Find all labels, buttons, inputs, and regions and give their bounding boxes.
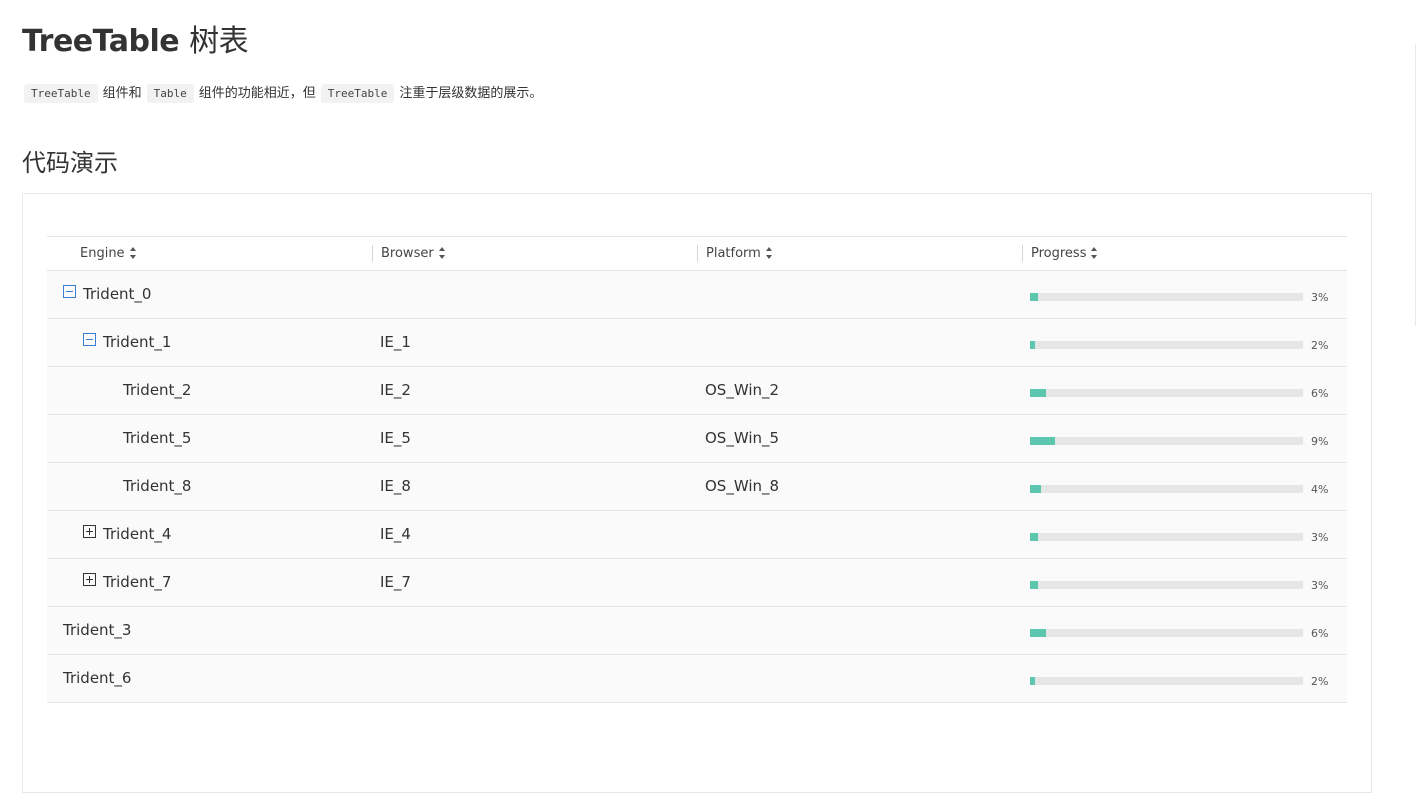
table-body: Trident_0 3% Trident_1 IE_1 2% Trident_2 IE_2 O… bbox=[47, 271, 1347, 703]
engine-label: Trident_5 bbox=[123, 429, 192, 447]
progress-bar bbox=[1030, 581, 1303, 589]
cell-engine: Trident_3 bbox=[63, 607, 131, 654]
desc-text-1: 组件和 bbox=[102, 86, 142, 101]
table-header: Engine Browser Platform Progress bbox=[47, 237, 1347, 271]
sort-icon[interactable] bbox=[1091, 246, 1098, 259]
cell-browser: IE_5 bbox=[380, 429, 411, 447]
engine-label: Trident_7 bbox=[103, 573, 172, 591]
page-title-cn: 树表 bbox=[189, 24, 249, 59]
column-divider[interactable] bbox=[372, 245, 373, 262]
collapse-icon[interactable] bbox=[83, 333, 96, 346]
cell-engine: Trident_4 bbox=[83, 511, 171, 558]
header-progress-label: Progress bbox=[1031, 246, 1087, 261]
cell-browser: IE_7 bbox=[380, 573, 411, 591]
sort-icon[interactable] bbox=[129, 246, 137, 259]
progress-label: 3% bbox=[1311, 579, 1329, 592]
cell-browser: IE_2 bbox=[380, 381, 411, 399]
code-table: Table bbox=[146, 84, 194, 103]
expand-icon[interactable] bbox=[83, 573, 96, 586]
cell-browser: IE_1 bbox=[380, 333, 411, 351]
code-treetable-2: TreeTable bbox=[320, 84, 395, 103]
table-row[interactable]: Trident_7 IE_7 3% bbox=[47, 559, 1347, 607]
engine-label: Trident_1 bbox=[103, 333, 172, 351]
header-platform[interactable]: Platform bbox=[706, 237, 773, 270]
demo-box: Engine Browser Platform Progress Trident… bbox=[22, 193, 1372, 793]
engine-label: Trident_6 bbox=[63, 669, 132, 687]
expand-icon[interactable] bbox=[83, 525, 96, 538]
progress-bar bbox=[1030, 293, 1303, 301]
progress-fill bbox=[1030, 485, 1041, 493]
page-scrollbar[interactable] bbox=[1415, 44, 1416, 326]
page-title: TreeTable 树表 bbox=[22, 22, 249, 62]
progress-fill bbox=[1030, 533, 1039, 541]
table-row[interactable]: Trident_2 IE_2 OS_Win_2 6% bbox=[47, 367, 1347, 415]
progress-label: 3% bbox=[1311, 531, 1329, 544]
header-engine[interactable]: Engine bbox=[80, 237, 137, 270]
column-divider[interactable] bbox=[697, 245, 698, 262]
progress-fill bbox=[1030, 293, 1039, 301]
progress-fill bbox=[1030, 341, 1036, 349]
progress-bar bbox=[1030, 533, 1303, 541]
progress-bar bbox=[1030, 677, 1303, 685]
progress-fill bbox=[1030, 389, 1047, 397]
tree-table: Engine Browser Platform Progress Trident… bbox=[47, 236, 1347, 703]
table-row[interactable]: Trident_1 IE_1 2% bbox=[47, 319, 1347, 367]
table-row[interactable]: Trident_8 IE_8 OS_Win_8 4% bbox=[47, 463, 1347, 511]
page-description: TreeTable 组件和 Table 组件的功能相近，但 TreeTable 注重于层级… bbox=[22, 82, 545, 106]
code-treetable: TreeTable bbox=[24, 84, 98, 103]
progress-bar bbox=[1030, 629, 1303, 637]
engine-label: Trident_3 bbox=[63, 621, 132, 639]
cell-browser: IE_8 bbox=[380, 477, 411, 495]
table-row[interactable]: Trident_4 IE_4 3% bbox=[47, 511, 1347, 559]
cell-engine: Trident_8 bbox=[123, 463, 191, 510]
engine-label: Trident_2 bbox=[123, 381, 192, 399]
engine-label: Trident_4 bbox=[103, 525, 172, 543]
desc-text-3: 注重于层级数据的展示。 bbox=[399, 86, 543, 101]
sort-icon[interactable] bbox=[765, 246, 773, 259]
cell-engine: Trident_2 bbox=[123, 367, 191, 414]
progress-fill bbox=[1030, 677, 1036, 685]
header-browser-label: Browser bbox=[381, 246, 434, 261]
header-platform-label: Platform bbox=[706, 246, 761, 261]
table-row[interactable]: Trident_6 2% bbox=[47, 655, 1347, 703]
engine-label: Trident_8 bbox=[123, 477, 192, 495]
page-title-en: TreeTable bbox=[22, 24, 180, 59]
progress-fill bbox=[1030, 581, 1039, 589]
cell-engine: Trident_7 bbox=[83, 559, 171, 606]
progress-fill bbox=[1030, 437, 1055, 445]
progress-bar bbox=[1030, 437, 1303, 445]
progress-label: 2% bbox=[1311, 675, 1329, 688]
cell-engine: Trident_0 bbox=[63, 271, 151, 318]
header-engine-label: Engine bbox=[80, 246, 125, 261]
cell-platform: OS_Win_2 bbox=[705, 381, 780, 399]
progress-label: 2% bbox=[1311, 339, 1329, 352]
column-divider[interactable] bbox=[1022, 245, 1023, 262]
table-row[interactable]: Trident_5 IE_5 OS_Win_5 9% bbox=[47, 415, 1347, 463]
table-row[interactable]: Trident_0 3% bbox=[47, 271, 1347, 319]
cell-engine: Trident_6 bbox=[63, 655, 131, 702]
table-row[interactable]: Trident_3 6% bbox=[47, 607, 1347, 655]
header-progress[interactable]: Progress bbox=[1031, 237, 1098, 270]
cell-engine: Trident_1 bbox=[83, 319, 171, 366]
progress-label: 6% bbox=[1311, 387, 1329, 400]
desc-text-2: 组件的功能相近，但 bbox=[198, 86, 316, 101]
progress-label: 9% bbox=[1311, 435, 1329, 448]
cell-engine: Trident_5 bbox=[123, 415, 191, 462]
progress-label: 3% bbox=[1311, 291, 1329, 304]
cell-browser: IE_4 bbox=[380, 525, 411, 543]
progress-fill bbox=[1030, 629, 1047, 637]
progress-label: 4% bbox=[1311, 483, 1329, 496]
engine-label: Trident_0 bbox=[83, 285, 152, 303]
progress-bar bbox=[1030, 389, 1303, 397]
sort-icon[interactable] bbox=[438, 246, 446, 259]
progress-label: 6% bbox=[1311, 627, 1329, 640]
progress-bar bbox=[1030, 485, 1303, 493]
progress-bar bbox=[1030, 341, 1303, 349]
cell-platform: OS_Win_5 bbox=[705, 429, 780, 447]
cell-platform: OS_Win_8 bbox=[705, 477, 780, 495]
header-browser[interactable]: Browser bbox=[381, 237, 446, 270]
section-title: 代码演示 bbox=[22, 149, 118, 177]
collapse-icon[interactable] bbox=[63, 285, 76, 298]
